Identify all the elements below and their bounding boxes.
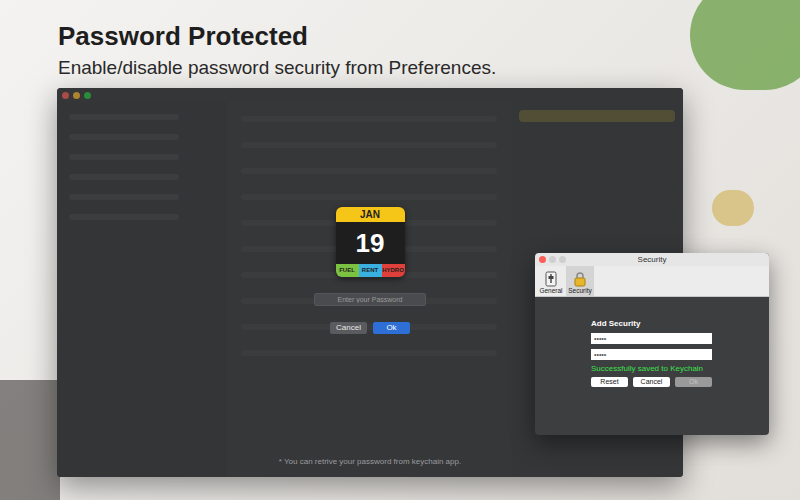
tab-label: General — [539, 287, 562, 295]
heading: Password Protected Enable/disable passwor… — [0, 0, 800, 80]
close-button[interactable] — [539, 256, 546, 263]
footnote: * You can retrive your password from key… — [279, 456, 461, 468]
lock-icon — [572, 271, 588, 287]
preference-tab[interactable]: General — [537, 266, 565, 296]
tag-label: HYDRO — [382, 266, 404, 275]
form-button[interactable]: Cancel — [633, 377, 670, 387]
password-field[interactable] — [591, 333, 712, 344]
minimize-button[interactable] — [549, 256, 556, 263]
status-message: Successfully saved to Keychain — [591, 363, 769, 374]
dialog-buttons: Cancel Ok — [330, 322, 410, 334]
window-controls — [539, 256, 566, 263]
password-field[interactable] — [591, 349, 712, 360]
cancel-button[interactable]: Cancel — [330, 322, 367, 334]
security-form: Add Security Successfully saved to Keycha… — [535, 297, 769, 435]
security-window: Security General Security Add Security Succe… — [535, 253, 769, 435]
calendar-icon: JAN19 FUEL RENT HYDRO — [336, 207, 405, 277]
toolbar: General Security — [535, 266, 769, 297]
preference-tab[interactable]: Security — [566, 266, 594, 296]
coin-decoration — [712, 190, 754, 226]
form-button[interactable]: Reset — [591, 377, 628, 387]
field-list — [591, 333, 769, 360]
headline: Password Protected — [58, 20, 800, 52]
month-label: JAN — [336, 207, 405, 222]
calendar-tag: HYDRO — [382, 264, 405, 277]
subtitle: Enable/disable password security from Pr… — [58, 56, 800, 80]
window-title: Security — [638, 254, 667, 266]
footnote-row: * You can retrive your password from key… — [57, 456, 683, 468]
tag-label: FUEL — [339, 266, 355, 275]
form-buttons: Reset Cancel Ok — [591, 377, 769, 387]
tab-label: Security — [568, 287, 591, 295]
phone-decoration — [0, 380, 60, 500]
form-button: Ok — [675, 377, 712, 387]
calendar-tag: FUEL — [336, 264, 359, 277]
switch-icon — [543, 271, 559, 287]
calendar-tag: RENT — [359, 264, 382, 277]
ok-button[interactable]: Ok — [373, 322, 410, 334]
form-heading: Add Security — [591, 319, 769, 329]
tag-strip: FUEL RENT HYDRO — [336, 264, 405, 277]
day-label: 19 — [336, 222, 405, 264]
zoom-button[interactable] — [559, 256, 566, 263]
title-bar: Security — [535, 253, 769, 266]
password-field[interactable] — [314, 293, 426, 306]
app-store-screenshot: Password Protected Enable/disable passwor… — [0, 0, 800, 500]
tag-label: RENT — [362, 266, 378, 275]
